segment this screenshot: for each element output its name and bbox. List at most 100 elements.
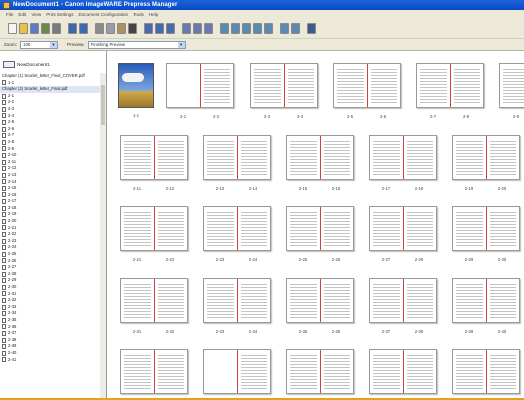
right-page[interactable] bbox=[155, 136, 188, 179]
help-icon[interactable] bbox=[307, 23, 316, 34]
page-spread-thumbnail[interactable] bbox=[369, 135, 437, 180]
paper-settings-icon[interactable] bbox=[253, 23, 262, 34]
right-page[interactable] bbox=[238, 279, 271, 322]
tree-chapter[interactable]: Chapter (2) Scarlet_letter_Final.pdf bbox=[0, 86, 100, 93]
right-page[interactable] bbox=[321, 136, 354, 179]
tree-page[interactable]: 2-14 bbox=[0, 179, 100, 186]
preview-icon[interactable] bbox=[280, 23, 289, 34]
tree-page[interactable]: 2-41 bbox=[0, 357, 100, 364]
tree-page[interactable]: 2-1 bbox=[0, 93, 100, 100]
tree-page[interactable]: 2-17 bbox=[0, 198, 100, 205]
page-spread-thumbnail[interactable] bbox=[499, 63, 524, 108]
page-spread-thumbnail[interactable] bbox=[120, 135, 188, 180]
open-folder-icon[interactable] bbox=[19, 23, 28, 34]
print-icon[interactable] bbox=[52, 23, 61, 34]
page-spread-thumbnail[interactable] bbox=[286, 135, 354, 180]
tree-page[interactable]: 2-13 bbox=[0, 172, 100, 179]
tree-page[interactable]: 2-32 bbox=[0, 297, 100, 304]
menu-item-edit[interactable]: Edit bbox=[18, 12, 26, 17]
tree-page[interactable]: 2-26 bbox=[0, 258, 100, 265]
tree-page[interactable]: 2-27 bbox=[0, 264, 100, 271]
left-page[interactable] bbox=[417, 64, 450, 107]
page-spread-thumbnail[interactable] bbox=[286, 206, 354, 251]
page-spread-thumbnail[interactable] bbox=[203, 135, 271, 180]
tree-page[interactable]: 2-23 bbox=[0, 238, 100, 245]
tree-page[interactable]: 2-3 bbox=[0, 106, 100, 113]
page-spread-thumbnail[interactable] bbox=[120, 206, 188, 251]
left-page[interactable] bbox=[121, 279, 154, 322]
tree-page[interactable]: 2-7 bbox=[0, 132, 100, 139]
tree-page[interactable]: 2-30 bbox=[0, 284, 100, 291]
left-page[interactable] bbox=[121, 207, 154, 250]
delete-icon[interactable] bbox=[128, 23, 137, 34]
insert-page-icon[interactable] bbox=[144, 23, 153, 34]
redo-icon[interactable] bbox=[79, 23, 88, 34]
right-page[interactable] bbox=[155, 279, 188, 322]
left-page[interactable] bbox=[287, 350, 320, 393]
left-page[interactable] bbox=[334, 64, 367, 107]
right-page[interactable] bbox=[201, 64, 234, 107]
chevron-down-icon[interactable]: ▼ bbox=[50, 41, 58, 48]
tree-page[interactable]: 2-39 bbox=[0, 343, 100, 350]
tree-page[interactable]: 2-31 bbox=[0, 291, 100, 298]
tree-page[interactable]: 2-29 bbox=[0, 277, 100, 284]
chevron-down-icon[interactable]: ▼ bbox=[177, 41, 185, 48]
page-spread-thumbnail[interactable] bbox=[286, 349, 354, 394]
left-page[interactable] bbox=[453, 350, 486, 393]
page-spread-thumbnail[interactable] bbox=[416, 63, 484, 108]
right-page[interactable] bbox=[487, 350, 520, 393]
preview-select[interactable]: Finishing Preview ▼ bbox=[87, 40, 186, 49]
right-page[interactable] bbox=[487, 207, 520, 250]
page-spread-thumbnail[interactable] bbox=[250, 63, 318, 108]
insert-blank-icon[interactable] bbox=[155, 23, 164, 34]
save-icon[interactable] bbox=[30, 23, 39, 34]
left-page[interactable] bbox=[287, 136, 320, 179]
page-spread-thumbnail[interactable] bbox=[120, 278, 188, 323]
page-spread-thumbnail[interactable] bbox=[166, 63, 234, 108]
tree-page[interactable]: 2-8 bbox=[0, 139, 100, 146]
left-page[interactable] bbox=[204, 207, 237, 250]
tree-page[interactable]: 2-21 bbox=[0, 225, 100, 232]
tree-page[interactable]: 2-2 bbox=[0, 99, 100, 106]
right-page[interactable] bbox=[368, 64, 401, 107]
tree-page[interactable]: 2-22 bbox=[0, 231, 100, 238]
page-spread-thumbnail[interactable] bbox=[203, 349, 271, 394]
tree-page[interactable]: 2-35 bbox=[0, 317, 100, 324]
left-page[interactable] bbox=[453, 136, 486, 179]
page-spread-thumbnail[interactable] bbox=[120, 349, 188, 394]
left-page[interactable] bbox=[204, 136, 237, 179]
tree-page[interactable]: 2-24 bbox=[0, 244, 100, 251]
cover-thumbnail[interactable] bbox=[118, 63, 154, 108]
right-page[interactable] bbox=[451, 64, 484, 107]
left-page[interactable] bbox=[500, 64, 524, 107]
paste-icon[interactable] bbox=[117, 23, 126, 34]
left-page[interactable] bbox=[370, 207, 403, 250]
right-page[interactable] bbox=[285, 64, 318, 107]
page-settings-icon[interactable] bbox=[242, 23, 251, 34]
zoom-select[interactable]: 100 ▼ bbox=[20, 40, 59, 49]
left-page[interactable] bbox=[167, 64, 200, 107]
tree-page[interactable]: 2-11 bbox=[0, 159, 100, 166]
tree-page[interactable]: 2-5 bbox=[0, 119, 100, 126]
merge-chapter-icon[interactable] bbox=[193, 23, 202, 34]
right-page[interactable] bbox=[238, 207, 271, 250]
right-page[interactable] bbox=[321, 279, 354, 322]
page-spread-thumbnail[interactable] bbox=[452, 135, 520, 180]
left-page[interactable] bbox=[370, 136, 403, 179]
page-spread-thumbnail[interactable] bbox=[369, 349, 437, 394]
page-spread-thumbnail[interactable] bbox=[369, 206, 437, 251]
right-page[interactable] bbox=[238, 136, 271, 179]
tree-page[interactable]: 2-16 bbox=[0, 192, 100, 199]
left-page[interactable] bbox=[287, 279, 320, 322]
right-page[interactable] bbox=[321, 350, 354, 393]
right-page[interactable] bbox=[404, 207, 437, 250]
page-spread-thumbnail[interactable] bbox=[452, 349, 520, 394]
page-spread-thumbnail[interactable] bbox=[286, 278, 354, 323]
scan-icon[interactable] bbox=[41, 23, 50, 34]
tree-page[interactable]: 2-4 bbox=[0, 113, 100, 120]
menu-item-tools[interactable]: Tools bbox=[133, 12, 144, 17]
left-page[interactable] bbox=[453, 279, 486, 322]
menu-item-print-settings[interactable]: Print Settings bbox=[46, 12, 73, 17]
right-page[interactable] bbox=[155, 350, 188, 393]
menu-item-file[interactable]: File bbox=[6, 12, 13, 17]
